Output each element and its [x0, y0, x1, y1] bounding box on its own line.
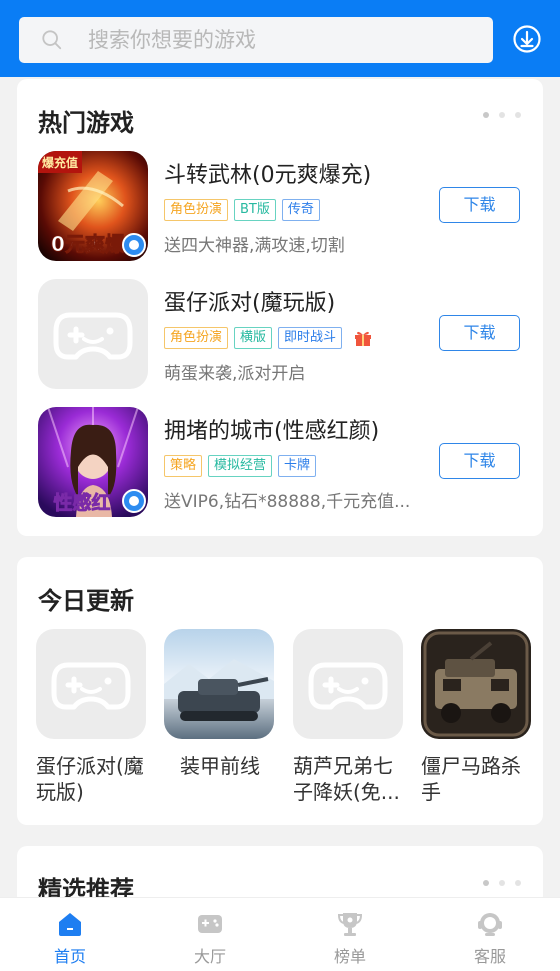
carousel-dot: [515, 112, 521, 118]
tag: 角色扮演: [164, 199, 229, 221]
game-icon[interactable]: [38, 279, 148, 389]
carousel-dot: [483, 112, 489, 118]
game-icon[interactable]: [164, 629, 274, 739]
home-icon: [59, 913, 81, 936]
tag: 角色扮演: [164, 327, 229, 349]
nav-item-rank[interactable]: 榜单: [280, 898, 420, 971]
download-button[interactable]: 下载: [439, 187, 520, 223]
tag: 策略: [164, 455, 203, 477]
carousel-dot: [483, 880, 489, 886]
update-item-name: 蛋仔派对(魔玩版): [36, 754, 144, 804]
game-icon[interactable]: [293, 629, 403, 739]
game-desc: 送VIP6,钻石*88888,千元充值...: [164, 492, 411, 512]
update-item[interactable]: 葫芦兄弟七子降妖(免...: [293, 629, 405, 805]
game-icon[interactable]: [36, 629, 146, 739]
game-row[interactable]: 爆充值 0元爽爆 斗转武林(0元爽爆充) 角色扮演 BT版 传奇 送四大神器,满…: [17, 151, 543, 263]
tag: BT版: [234, 199, 276, 221]
tag: 即时战斗: [278, 327, 343, 349]
game-icon-text: 0元爽爆: [51, 232, 126, 256]
update-item-name: 装甲前线: [180, 754, 260, 778]
update-item[interactable]: 僵尸马路杀手: [421, 629, 533, 805]
game-icon-badge-text: 爆充值: [42, 155, 78, 170]
trophy-icon: [337, 913, 363, 936]
nav-item-service[interactable]: 客服: [420, 898, 560, 971]
today-update-section: 今日更新 蛋仔派对(魔玩版) 装甲前线 葫芦兄弟七子降妖(免... 僵尸马路杀手: [17, 557, 543, 825]
game-icon[interactable]: 性感红: [38, 407, 148, 517]
section-title-hot: 热门游戏: [38, 109, 134, 137]
nav-label: 客服: [473, 947, 506, 966]
game-icon[interactable]: [421, 629, 531, 739]
game-icon-text: 性感红: [53, 491, 110, 514]
download-icon[interactable]: [512, 24, 542, 54]
update-item[interactable]: 蛋仔派对(魔玩版): [36, 629, 148, 805]
game-title[interactable]: 斗转武林(0元爽爆充): [164, 157, 371, 189]
carousel-dot: [515, 880, 521, 886]
tag: 传奇: [281, 199, 320, 221]
nav-item-hall[interactable]: 大厅: [140, 898, 280, 971]
search-bar[interactable]: 搜索你想要的游戏: [19, 17, 493, 63]
carousel-dots: [483, 112, 521, 118]
update-item-name: 葫芦兄弟七子降妖(免...: [293, 754, 400, 804]
update-item[interactable]: 装甲前线: [164, 629, 276, 779]
carousel-dot: [499, 112, 505, 118]
update-item-name: 僵尸马路杀手: [421, 754, 521, 804]
game-row[interactable]: 蛋仔派对(魔玩版) 角色扮演 横版 即时战斗 萌蛋来袭,派对开启 下载: [17, 279, 543, 391]
game-title[interactable]: 蛋仔派对(魔玩版): [164, 285, 335, 317]
nav-label: 榜单: [333, 947, 366, 966]
tag: 横版: [234, 327, 273, 349]
headset-icon: [478, 913, 502, 936]
game-title[interactable]: 拥堵的城市(性感红颜): [164, 413, 379, 445]
game-icon[interactable]: 爆充值 0元爽爆: [38, 151, 148, 261]
download-button[interactable]: 下载: [439, 443, 520, 479]
gamepad-icon: [53, 312, 133, 360]
carousel-dot: [499, 880, 505, 886]
tag: 模拟经营: [208, 455, 273, 477]
search-icon: [42, 30, 62, 50]
search-placeholder: 搜索你想要的游戏: [88, 28, 256, 52]
hot-games-section: 热门游戏 爆充值 0元爽爆 斗转武林(0元爽爆充) 角色扮演 BT版 传奇 送四…: [17, 79, 543, 536]
gamepad-icon: [198, 915, 222, 933]
nav-item-home[interactable]: 首页: [0, 898, 140, 971]
game-row[interactable]: 性感红 拥堵的城市(性感红颜) 策略 模拟经营 卡牌 送VIP6,钻石*8888…: [17, 407, 543, 519]
carousel-dots: [483, 880, 521, 886]
game-desc: 送四大神器,满攻速,切割: [164, 236, 345, 256]
nav-label: 首页: [53, 947, 86, 966]
tag: 卡牌: [278, 455, 317, 477]
download-button[interactable]: 下载: [439, 315, 520, 351]
game-tags: 角色扮演 BT版 传奇: [164, 199, 320, 221]
nav-label: 大厅: [193, 947, 226, 966]
gift-icon: [355, 331, 372, 346]
game-desc: 萌蛋来袭,派对开启: [164, 364, 306, 384]
game-tags: 角色扮演 横版 即时战斗: [164, 327, 372, 349]
gamepad-icon: [308, 662, 388, 710]
top-bar: 搜索你想要的游戏: [0, 0, 560, 77]
bottom-nav: 首页 大厅 榜单 客服: [0, 897, 560, 971]
section-title-today: 今日更新: [38, 587, 134, 615]
game-tags: 策略 模拟经营 卡牌: [164, 455, 317, 477]
gamepad-icon: [51, 662, 131, 710]
